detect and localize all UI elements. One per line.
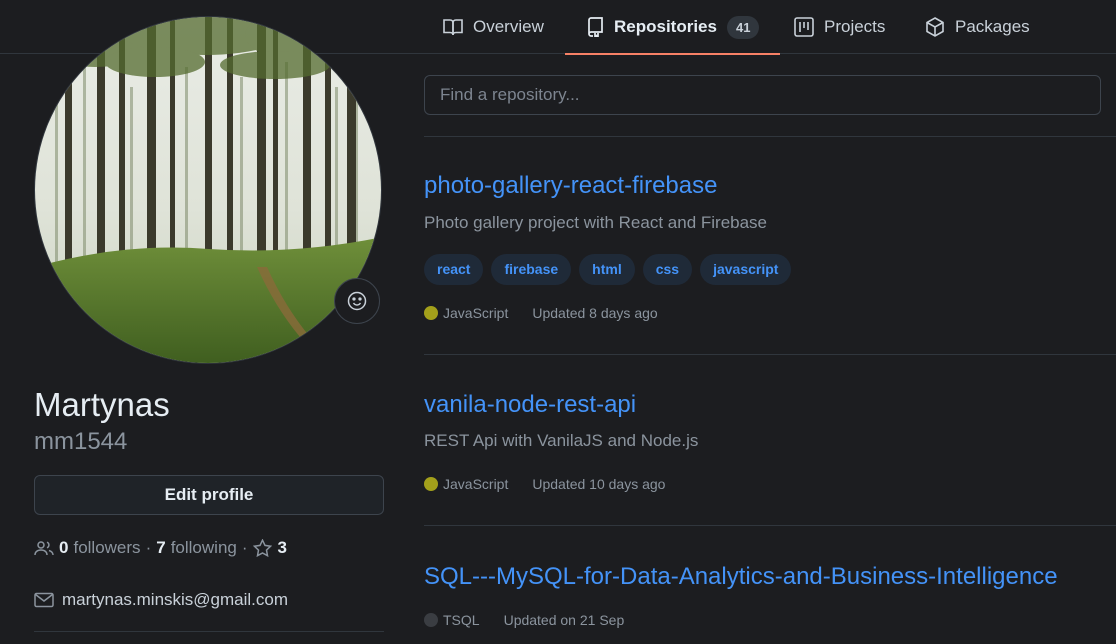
language-color-dot	[424, 477, 438, 491]
tab-projects[interactable]: Projects	[794, 0, 885, 54]
repo-icon	[588, 17, 603, 37]
followers-link[interactable]: 0 followers	[59, 538, 141, 558]
repo-language: JavaScript	[443, 476, 509, 492]
set-status-button[interactable]	[334, 278, 380, 324]
topic-tag[interactable]: javascript	[700, 254, 792, 285]
project-icon	[794, 17, 814, 37]
repo-name-link[interactable]: photo-gallery-react-firebase	[424, 172, 717, 200]
tab-packages[interactable]: Packages	[925, 0, 1030, 54]
find-repository-input[interactable]	[424, 75, 1101, 115]
profile-email-row: martynas.minskis@gmail.com	[34, 590, 288, 610]
repo-meta: JavaScript Updated 10 days ago	[424, 476, 665, 492]
followers-label: followers	[73, 538, 141, 557]
email-link[interactable]: martynas.minskis@gmail.com	[62, 590, 288, 610]
separator: ·	[145, 538, 152, 557]
follow-stats: 0 followers · 7 following · 3	[34, 538, 292, 558]
tab-label: Repositories	[614, 17, 717, 36]
repo-updated: Updated on 21 Sep	[503, 612, 625, 628]
repo-meta: JavaScript Updated 8 days ago	[424, 305, 658, 321]
divider	[424, 354, 1116, 355]
package-icon	[926, 17, 944, 37]
tab-label: Packages	[955, 17, 1030, 36]
repo-count-badge: 41	[726, 15, 760, 39]
smiley-icon	[347, 291, 367, 311]
topic-tag[interactable]: html	[579, 254, 635, 285]
repo-language: JavaScript	[443, 305, 509, 321]
repo-description: Photo gallery project with React and Fir…	[424, 213, 768, 232]
following-count: 7	[156, 538, 166, 557]
repo-language: TSQL	[443, 612, 480, 628]
divider	[424, 136, 1116, 137]
mail-icon	[34, 592, 54, 608]
repo-updated: Updated 8 days ago	[532, 305, 658, 321]
divider	[424, 525, 1116, 526]
profile-login: mm1544	[34, 428, 128, 455]
repo-description: REST Api with VanilaJS and Node.js	[424, 431, 699, 450]
repo-name-link[interactable]: SQL---MySQL-for-Data-Analytics-and-Busin…	[424, 563, 1058, 591]
tab-label: Projects	[824, 17, 886, 36]
profile-name: Martynas	[34, 386, 170, 423]
avatar[interactable]	[34, 16, 382, 364]
repo-meta: TSQL Updated on 21 Sep	[424, 612, 624, 628]
topic-tag[interactable]: firebase	[491, 254, 572, 285]
stars-link[interactable]: 3	[252, 538, 292, 558]
language-color-dot	[424, 613, 438, 627]
divider	[34, 631, 384, 632]
topic-tag[interactable]: css	[642, 254, 693, 285]
avatar-forest-image	[35, 17, 381, 363]
following-link[interactable]: 7 following	[156, 538, 237, 558]
repo-name-link[interactable]: vanila-node-rest-api	[424, 391, 636, 419]
repo-topics: react firebase html css javascript	[424, 254, 799, 285]
separator: ·	[241, 538, 248, 557]
following-label: following	[170, 538, 237, 557]
tab-repositories[interactable]: Repositories 41	[564, 0, 781, 55]
repo-updated: Updated 10 days ago	[532, 476, 666, 492]
book-icon	[443, 19, 463, 36]
tab-overview[interactable]: Overview	[443, 0, 544, 54]
star-icon	[252, 539, 272, 557]
people-icon	[34, 541, 54, 556]
language-color-dot	[424, 306, 438, 320]
tab-label: Overview	[473, 17, 544, 36]
stars-count: 3	[277, 538, 287, 557]
followers-count: 0	[59, 538, 69, 557]
edit-profile-button[interactable]: Edit profile	[34, 475, 384, 515]
topic-tag[interactable]: react	[424, 254, 484, 285]
